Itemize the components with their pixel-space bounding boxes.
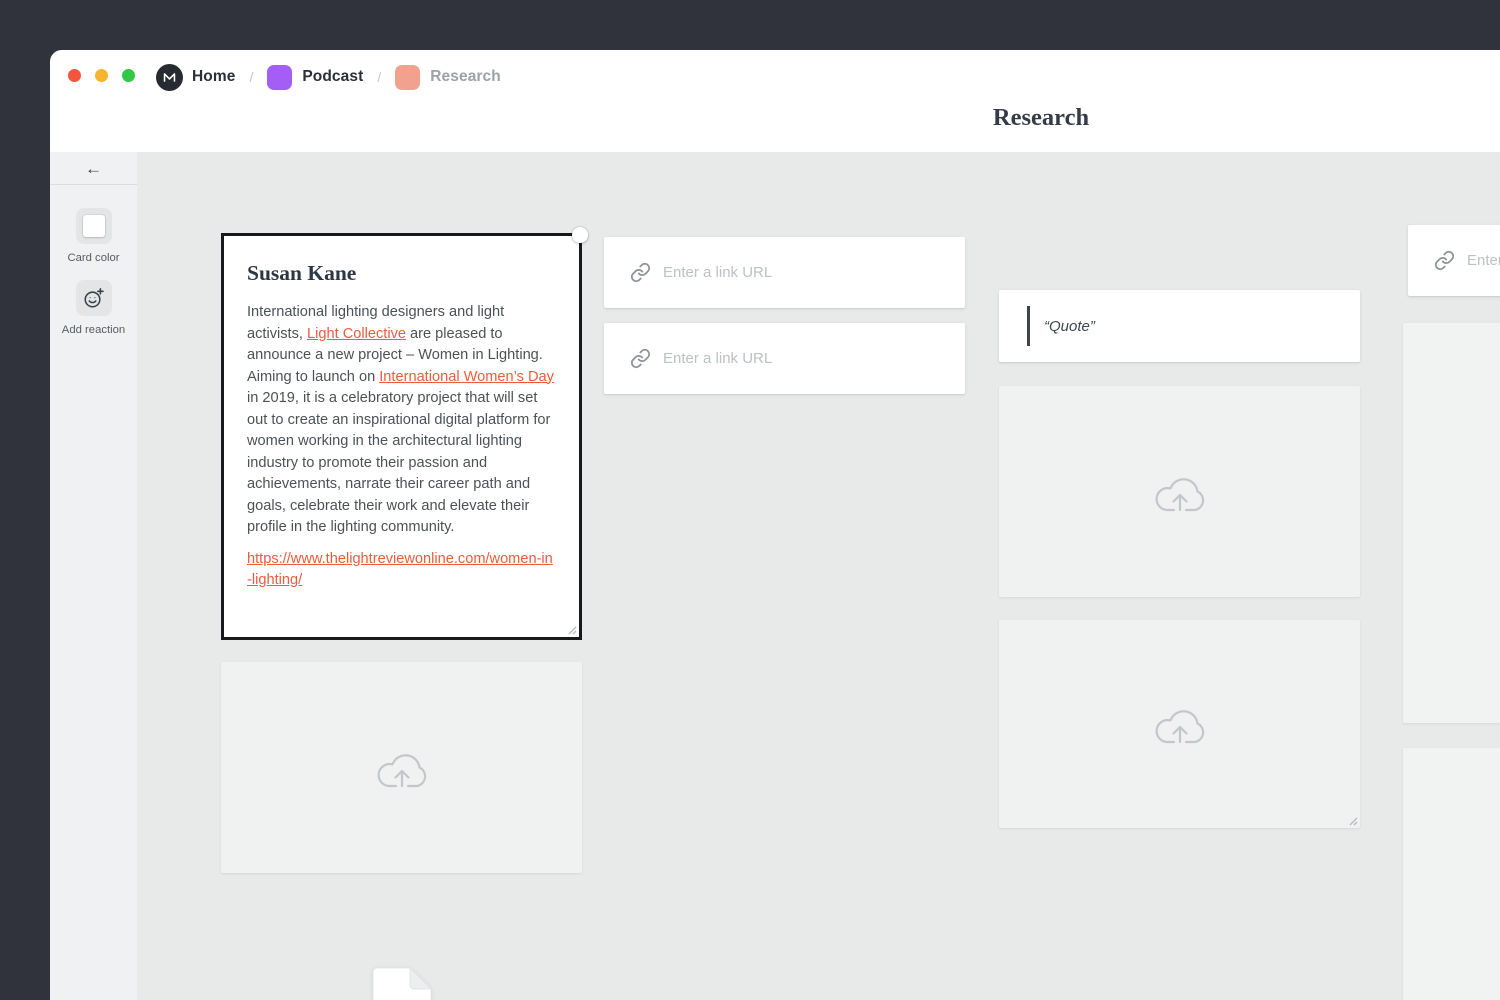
blockquote-bar [1027,306,1030,346]
quote-card[interactable]: “Quote” [999,290,1360,362]
image-upload-card[interactable] [221,662,582,873]
resize-grip-icon[interactable] [1347,815,1358,826]
add-reaction-label: Add reaction [62,324,125,336]
link-url-card-partial[interactable]: Enter a link URL [1408,225,1500,296]
breadcrumb-separator: / [249,69,253,85]
chain-link-icon [630,262,651,283]
add-reaction-button[interactable] [76,280,112,316]
link-url-card[interactable]: Enter a link URL [604,323,965,394]
sidebar-header: ← [50,152,137,185]
breadcrumb-separator: / [377,69,381,85]
link-url-placeholder[interactable]: Enter a link URL [1467,252,1500,269]
link-light-collective[interactable]: Light Collective [307,326,406,342]
close-window-button[interactable] [68,69,81,82]
quote-placeholder[interactable]: “Quote” [1044,318,1095,335]
format-sidebar: ← Card color Add reaction [50,152,137,1000]
titlebar: Home / Podcast / Research Research [50,50,1500,152]
cloud-upload-icon [370,744,434,792]
link-url-placeholder[interactable]: Enter a link URL [663,264,772,281]
podcast-board-icon[interactable] [267,65,292,90]
link-url-card[interactable]: Enter a link URL [604,237,965,308]
note-text: in 2019, it is a celebratory project tha… [247,369,558,536]
note-body: International lighting designers and lig… [247,302,556,592]
card-partial[interactable] [1403,323,1500,723]
cloud-upload-icon [1148,468,1212,516]
home-milanote-logo-icon[interactable] [156,64,183,91]
selection-handle-dot[interactable] [572,227,588,243]
card-partial[interactable] [1403,748,1500,1000]
note-card-susan-kane[interactable]: Susan Kane International lighting design… [221,233,582,640]
back-arrow-icon[interactable]: ← [85,160,102,177]
card-color-button[interactable] [76,208,112,244]
smiley-plus-icon [82,287,105,310]
breadcrumb-item-home[interactable]: Home [192,68,235,86]
link-international-womens-day[interactable]: International Women’s Day [379,369,554,385]
minimize-window-button[interactable] [95,69,108,82]
chain-link-icon [1434,250,1455,271]
research-board-icon[interactable] [395,65,420,90]
link-women-in-lighting-url[interactable]: https://www.thelightreviewonline.com/wom… [247,549,556,592]
resize-grip-icon[interactable] [566,624,577,635]
board-title[interactable]: Research [891,104,1191,132]
document-icon[interactable] [373,968,431,1000]
app-window: Home / Podcast / Research Research ← Car… [50,50,1500,1000]
card-color-swatch-icon [83,215,105,237]
board-canvas[interactable]: Susan Kane International lighting design… [137,152,1500,1000]
chain-link-icon [630,348,651,369]
breadcrumb-item-podcast[interactable]: Podcast [302,68,363,86]
image-upload-card[interactable] [999,620,1360,828]
image-upload-card[interactable] [999,386,1360,597]
cloud-upload-icon [1148,700,1212,748]
card-color-label: Card color [67,252,119,264]
zoom-window-button[interactable] [122,69,135,82]
breadcrumb-item-research[interactable]: Research [430,68,501,86]
traffic-lights [68,69,135,82]
note-title: Susan Kane [247,261,556,286]
breadcrumb: Home / Podcast / Research [156,63,501,91]
link-url-placeholder[interactable]: Enter a link URL [663,350,772,367]
